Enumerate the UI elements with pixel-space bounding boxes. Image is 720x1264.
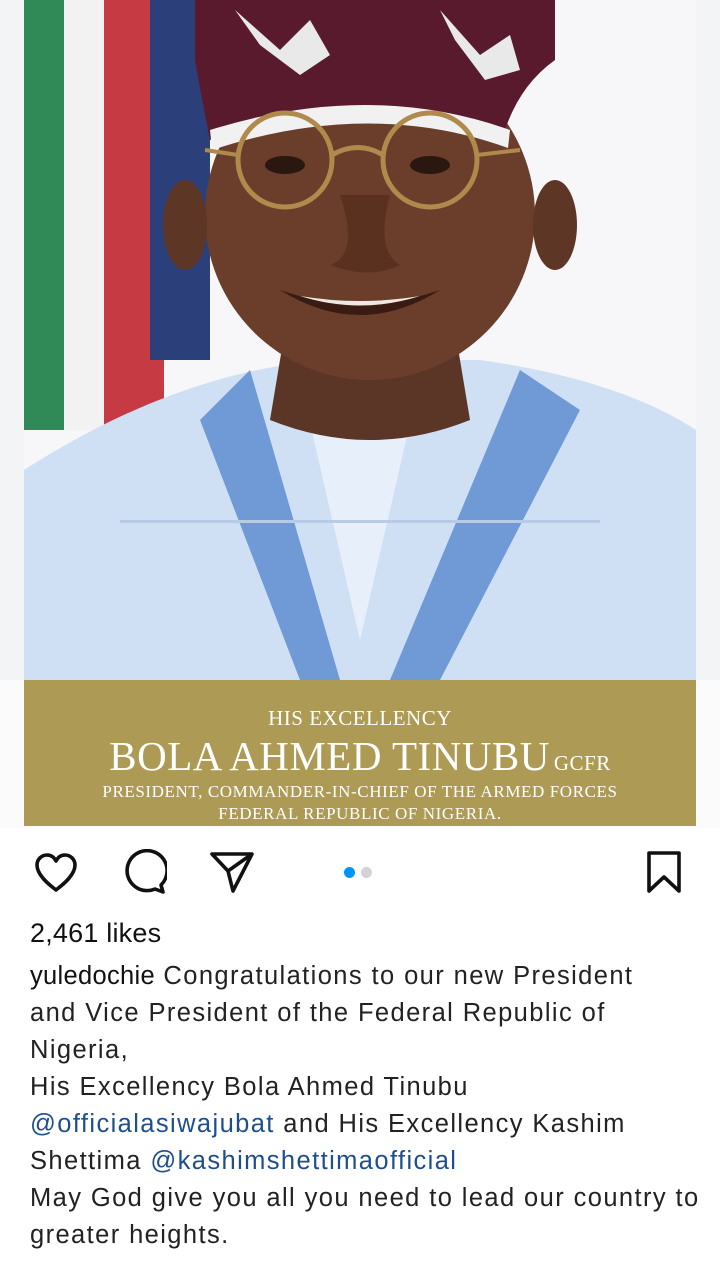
caption-text: Shettima xyxy=(30,1147,151,1175)
carousel-dot xyxy=(361,866,372,878)
comment-button[interactable] xyxy=(120,848,168,896)
save-button[interactable] xyxy=(640,848,688,896)
caption-line-2: and Vice President of the Federal Republ… xyxy=(30,999,606,1027)
caption-line-7: May God give you all you need to lead ou… xyxy=(30,1184,700,1212)
caption-username[interactable]: yuledochie xyxy=(30,962,155,990)
caption-line-3: Nigeria, xyxy=(30,1036,130,1064)
send-icon xyxy=(210,852,254,893)
comment-icon xyxy=(125,849,167,894)
heart-icon xyxy=(35,853,77,892)
banner-name: BOLA AHMED TINUBU GCFR xyxy=(24,732,696,780)
caption-line-4: His Excellency Bola Ahmed Tinubu xyxy=(30,1073,469,1101)
carousel-indicator xyxy=(344,866,372,878)
bookmark-icon xyxy=(647,851,681,893)
post-image[interactable]: HIS EXCELLENCY BOLA AHMED TINUBU GCFR PRE… xyxy=(0,0,720,828)
caption-line-6: Shettima @kashimshettimaofficial xyxy=(30,1143,698,1180)
title-banner: HIS EXCELLENCY BOLA AHMED TINUBU GCFR PRE… xyxy=(24,680,696,826)
caption-text: Congratulations to our new President xyxy=(163,962,634,990)
banner-subtitle-line2: FEDERAL REPUBLIC OF NIGERIA. xyxy=(218,804,502,823)
banner-kicker: HIS EXCELLENCY xyxy=(268,706,452,730)
caption-line-1: yuledochie Congratulations to our new Pr… xyxy=(30,958,698,995)
caption-text: and His Excellency Kashim xyxy=(274,1110,626,1138)
mention-link[interactable]: @officialasiwajubat xyxy=(30,1110,275,1138)
caption-line-8: greater heights. xyxy=(30,1221,230,1249)
likes-count[interactable]: 2,461 likes xyxy=(30,918,161,949)
caption-line-5: @officialasiwajubat and His Excellency K… xyxy=(30,1106,698,1143)
like-button[interactable] xyxy=(32,848,80,896)
banner-name-text: BOLA AHMED TINUBU xyxy=(109,733,550,779)
banner-subtitle-line1: PRESIDENT, COMMANDER-IN-CHIEF OF THE ARM… xyxy=(102,782,618,801)
mention-link[interactable]: @kashimshettimaofficial xyxy=(150,1147,457,1175)
portrait-photo xyxy=(0,0,720,680)
post-caption: yuledochie Congratulations to our new Pr… xyxy=(30,958,698,1254)
post-action-bar xyxy=(0,842,720,902)
banner-name-suffix: GCFR xyxy=(553,751,611,775)
share-button[interactable] xyxy=(208,848,256,896)
carousel-dot-active xyxy=(344,866,355,878)
